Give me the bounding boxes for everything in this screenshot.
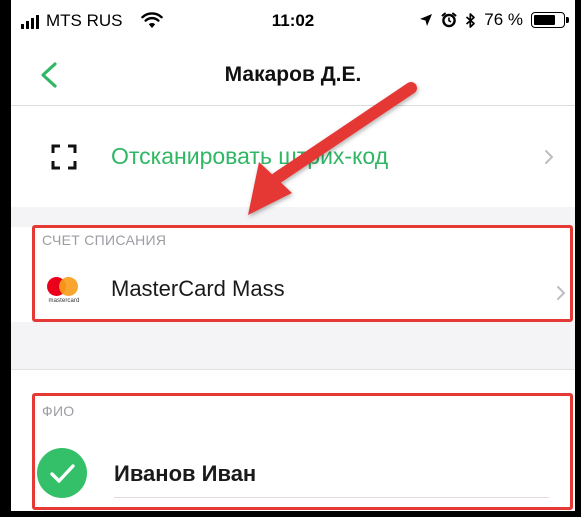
status-right-group: 76 % <box>419 10 569 30</box>
page-title: Макаров Д.Е. <box>224 63 362 86</box>
debit-account-row[interactable]: СЧЕТ СПИСАНИЯ mastercard MasterCard Mass <box>11 227 575 322</box>
mastercard-logo-text: mastercard <box>48 298 80 304</box>
full-name-underline <box>114 497 549 498</box>
battery-fill <box>534 15 556 25</box>
status-bar: MTS RUS 11:02 76 % <box>11 0 575 44</box>
full-name-caption: ФИО <box>42 403 75 419</box>
alarm-icon <box>441 12 457 28</box>
full-name-section: ФИО Иванов Иван <box>11 371 575 511</box>
location-arrow-icon <box>420 14 433 26</box>
chevron-right-icon <box>545 150 554 164</box>
screen: MTS RUS 11:02 76 % Макаров Д.Е. Отсканир… <box>0 0 581 517</box>
bluetooth-icon <box>466 12 476 28</box>
mastercard-logo-icon: mastercard <box>44 277 84 307</box>
debit-account-caption: СЧЕТ СПИСАНИЯ <box>42 232 167 248</box>
chevron-right-icon <box>557 286 566 300</box>
battery-percent: 76 % <box>484 10 523 29</box>
full-name-input[interactable]: Иванов Иван <box>114 461 256 487</box>
bezel-right <box>575 0 581 517</box>
battery-icon <box>531 12 569 28</box>
checkmark-icon <box>37 448 87 498</box>
navigation-bar: Макаров Д.Е. <box>11 44 575 106</box>
bezel-bottom <box>0 511 581 517</box>
scan-barcode-row[interactable]: Отсканировать штрих-код <box>11 107 575 207</box>
card-name: MasterCard Mass <box>111 276 285 301</box>
scan-barcode-label: Отсканировать штрих-код <box>111 143 389 169</box>
bezel-left <box>0 0 11 517</box>
section-separator <box>11 207 575 227</box>
scan-frame-icon <box>51 144 77 170</box>
section-separator <box>11 322 575 370</box>
